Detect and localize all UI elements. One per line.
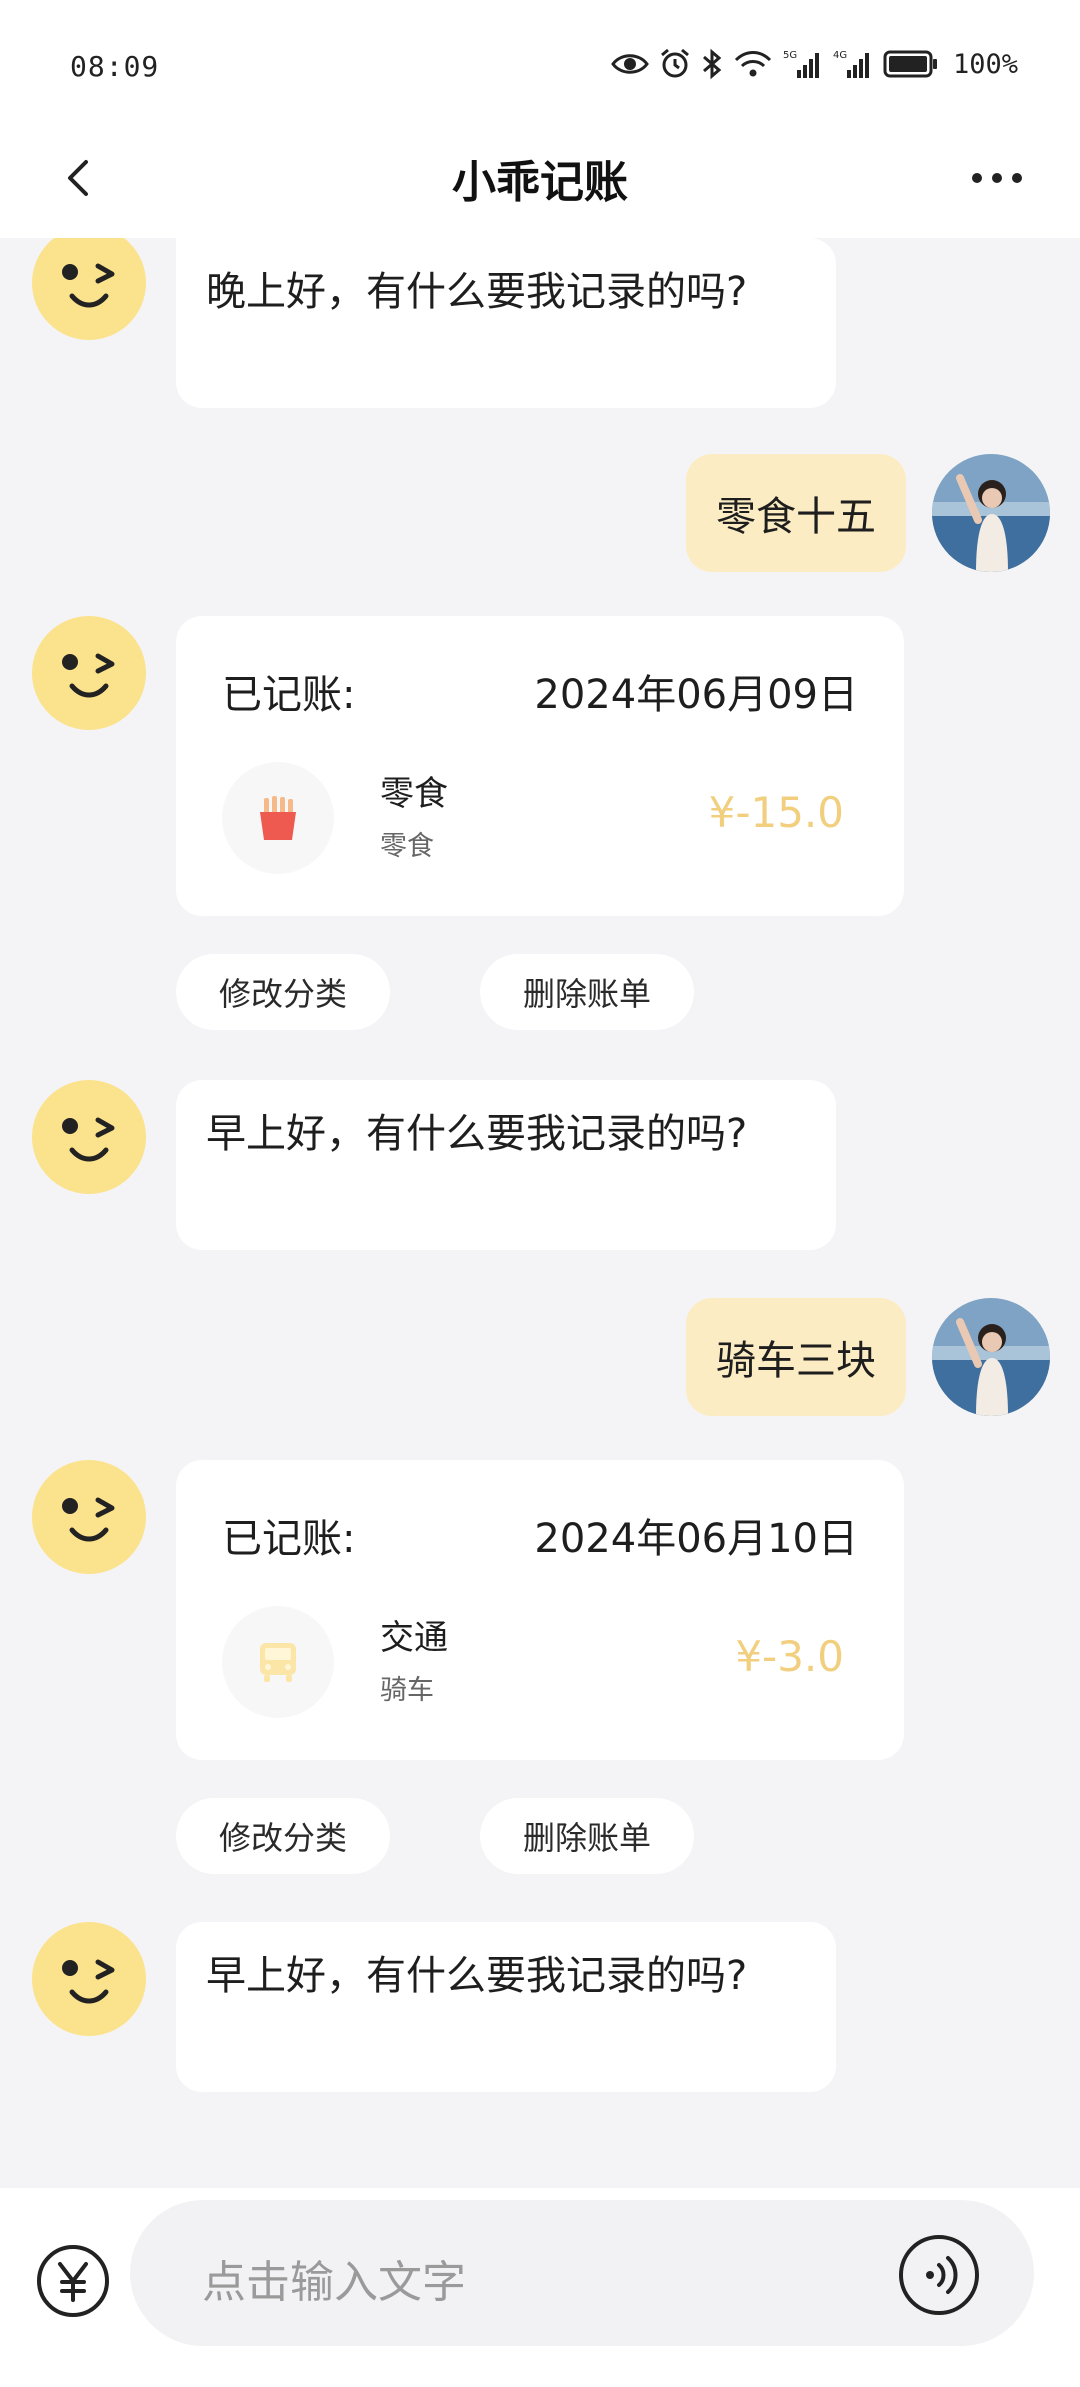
- user-message: 零食十五: [686, 454, 906, 572]
- wifi-icon: [734, 51, 772, 77]
- bot-avatar[interactable]: [32, 238, 146, 340]
- battery-icon: [883, 50, 937, 78]
- chat-list[interactable]: 晚上好，有什么要我记录的吗? 零食十五 已记账: 2024年06月09日 零食 …: [0, 238, 1080, 2188]
- status-icons: 5G 4G 100%: [611, 44, 1018, 84]
- edit-category-button[interactable]: 修改分类: [176, 1798, 390, 1874]
- record-note: 骑车: [380, 1675, 434, 1706]
- record-note: 零食: [380, 831, 434, 862]
- record-card[interactable]: 已记账: 2024年06月09日 零食 零食 ¥-15.0: [176, 616, 904, 916]
- record-amount: ¥-15.0: [708, 788, 844, 837]
- user-avatar[interactable]: [932, 1298, 1050, 1416]
- yen-icon[interactable]: [36, 2244, 110, 2318]
- page-title: 小乖记账: [452, 157, 628, 208]
- fries-icon: [260, 796, 296, 840]
- eye-icon: [611, 54, 649, 74]
- bot-avatar[interactable]: [32, 1080, 146, 1194]
- user-photo-icon: [932, 454, 1050, 572]
- battery-level: 100%: [952, 48, 1018, 80]
- delete-bill-button[interactable]: 删除账单: [480, 1798, 694, 1874]
- status-time: 08:09: [70, 50, 160, 83]
- user-message: 骑车三块: [686, 1298, 906, 1416]
- bus-icon: [260, 1643, 296, 1682]
- bot-avatar[interactable]: [32, 616, 146, 730]
- input-placeholder: 点击输入文字: [202, 2257, 466, 2308]
- record-card[interactable]: 已记账: 2024年06月10日 交通 骑车 ¥-3.0: [176, 1460, 904, 1760]
- record-label: 已记账:: [222, 1516, 356, 1562]
- input-bar: 点击输入文字: [0, 2188, 1080, 2387]
- bot-message: 晚上好，有什么要我记录的吗?: [176, 238, 836, 408]
- record-date: 2024年06月10日: [534, 1516, 858, 1562]
- alarm-icon: [661, 48, 689, 78]
- category-icon-wrap: [222, 1606, 334, 1718]
- bot-message: 早上好，有什么要我记录的吗?: [176, 1080, 836, 1250]
- record-label: 已记账:: [222, 672, 356, 718]
- signal-5g-icon: 5G: [783, 50, 819, 78]
- svg-text:4G: 4G: [833, 50, 847, 61]
- message-input[interactable]: 点击输入文字: [130, 2200, 1034, 2346]
- signal-4g-icon: 4G: [833, 50, 869, 78]
- delete-bill-button[interactable]: 删除账单: [480, 954, 694, 1030]
- bluetooth-icon: [702, 48, 722, 80]
- user-photo-icon: [932, 1298, 1050, 1416]
- record-amount: ¥-3.0: [735, 1632, 844, 1681]
- bot-avatar[interactable]: [32, 1460, 146, 1574]
- app-header: 小乖记账: [0, 110, 1080, 238]
- record-category: 交通: [380, 1618, 448, 1658]
- bot-message: 早上好，有什么要我记录的吗?: [176, 1922, 836, 2092]
- edit-category-button[interactable]: 修改分类: [176, 954, 390, 1030]
- category-icon-wrap: [222, 762, 334, 874]
- svg-text:5G: 5G: [783, 50, 797, 61]
- more-horizontal-icon[interactable]: [970, 166, 1024, 190]
- voice-icon[interactable]: [898, 2234, 980, 2316]
- record-category: 零食: [380, 774, 448, 814]
- bot-avatar[interactable]: [32, 1922, 146, 2036]
- record-date: 2024年06月09日: [534, 672, 858, 718]
- user-avatar[interactable]: [932, 454, 1050, 572]
